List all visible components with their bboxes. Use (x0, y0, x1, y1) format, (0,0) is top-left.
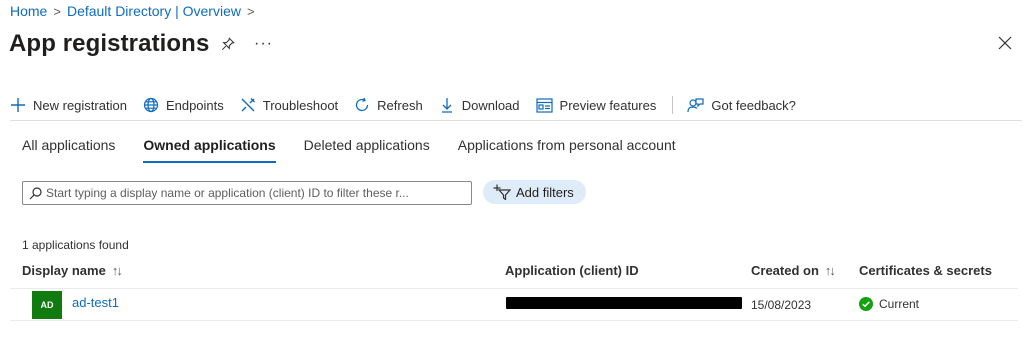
breadcrumb-directory-link[interactable]: Default Directory | Overview (67, 3, 241, 19)
column-header-display-name[interactable]: Display name ↑↓ (22, 263, 123, 278)
add-filter-icon (493, 184, 511, 200)
refresh-button[interactable]: Refresh (354, 97, 423, 113)
preview-features-label: Preview features (559, 97, 657, 113)
breadcrumb-home-link[interactable]: Home (10, 3, 47, 19)
endpoints-button[interactable]: Endpoints (143, 97, 224, 113)
created-on-cell: 15/08/2023 (751, 298, 812, 312)
tab-personal-account-applications[interactable]: Applications from personal account (458, 137, 676, 163)
breadcrumb-separator-icon: > (246, 3, 255, 19)
command-bar-divider (10, 120, 1022, 121)
app-avatar: AD (32, 291, 62, 319)
close-icon[interactable] (998, 36, 1012, 55)
column-header-client-id: Application (client) ID (505, 263, 639, 278)
column-header-label: Created on (751, 263, 819, 278)
toolbar-divider (672, 96, 674, 114)
refresh-icon (356, 97, 369, 112)
search-input[interactable] (46, 186, 466, 200)
table-row-divider (10, 320, 1018, 321)
add-filters-label: Add filters (516, 184, 574, 200)
feedback-icon (687, 98, 704, 113)
certificates-status-label: Current (879, 297, 920, 311)
wrench-icon (241, 98, 255, 112)
feedback-label: Got feedback? (711, 97, 796, 113)
breadcrumb-separator-icon: > (53, 3, 61, 19)
search-box (22, 181, 472, 205)
preview-features-icon (535, 97, 553, 113)
page-title: App registrations (9, 30, 210, 57)
column-header-label: Certificates & secrets (859, 263, 992, 278)
sort-icon[interactable]: ↑↓ (825, 263, 836, 278)
command-bar: New registration Endpoints Troubleshoot … (10, 91, 1022, 119)
column-header-label: Application (client) ID (505, 263, 639, 278)
tab-list: All applications Owned applications Dele… (22, 137, 704, 163)
plus-icon (11, 98, 25, 112)
more-options-icon[interactable]: ··· (254, 35, 273, 53)
troubleshoot-button[interactable]: Troubleshoot (240, 97, 338, 113)
tab-deleted-applications[interactable]: Deleted applications (304, 137, 430, 163)
add-filters-button[interactable]: Add filters (483, 180, 586, 204)
new-registration-label: New registration (33, 97, 127, 113)
feedback-button[interactable]: Got feedback? (687, 97, 796, 113)
redacted-client-id (506, 297, 742, 309)
preview-features-button[interactable]: Preview features (535, 97, 657, 113)
sort-icon[interactable]: ↑↓ (112, 263, 123, 278)
pin-icon[interactable] (221, 37, 235, 56)
certificates-status-cell: Current (859, 297, 919, 311)
column-header-created-on[interactable]: Created on ↑↓ (751, 263, 836, 278)
troubleshoot-label: Troubleshoot (262, 97, 339, 113)
app-name-link[interactable]: ad-test1 (72, 295, 119, 310)
tab-all-applications[interactable]: All applications (22, 137, 115, 163)
search-icon (29, 186, 42, 199)
results-count: 1 applications found (22, 238, 129, 252)
new-registration-button[interactable]: New registration (10, 97, 127, 113)
download-button[interactable]: Download (439, 97, 520, 113)
table-header-divider (10, 288, 1018, 289)
check-circle-icon (859, 297, 873, 311)
globe-icon (143, 97, 159, 113)
column-header-certificates: Certificates & secrets (859, 263, 992, 278)
tab-owned-applications[interactable]: Owned applications (143, 137, 276, 163)
endpoints-label: Endpoints (165, 97, 224, 113)
refresh-label: Refresh (377, 97, 423, 113)
download-label: Download (461, 97, 520, 113)
breadcrumb: Home > Default Directory | Overview > (10, 3, 255, 19)
download-icon (441, 98, 452, 113)
column-header-label: Display name (22, 263, 106, 278)
